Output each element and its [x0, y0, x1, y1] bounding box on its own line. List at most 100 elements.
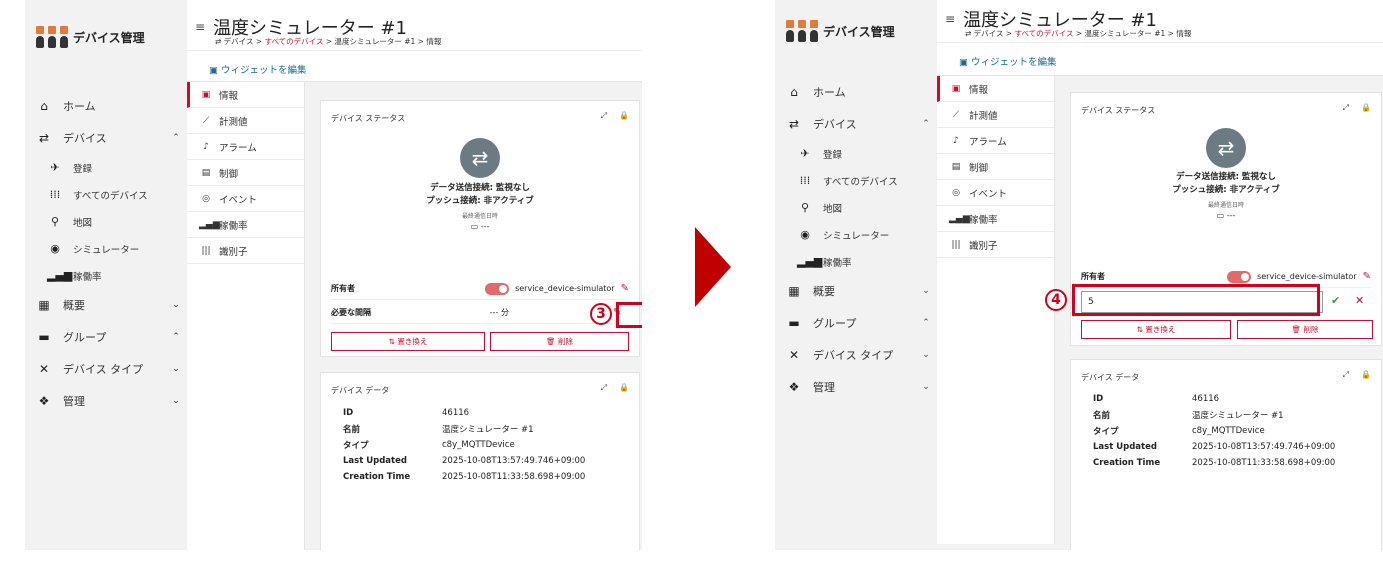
tab-info[interactable]: ▣ 情報 — [187, 82, 304, 108]
row-key: ID — [343, 408, 354, 418]
folder-icon: ▬ — [788, 316, 800, 330]
replace-button[interactable]: ⇅ 置き換え — [1081, 320, 1231, 339]
nav-subitem-simulator[interactable]: ◉ シミュレーター — [785, 221, 933, 248]
delete-button[interactable]: 🗑 削除 — [490, 332, 629, 351]
confirm-check-icon[interactable]: ✔ — [1331, 294, 1340, 307]
map-pin-icon: ⚲ — [50, 215, 60, 228]
nav-item-home[interactable]: ⌂ ホーム — [35, 90, 183, 122]
edit-owner-pencil-icon[interactable]: ✎ — [621, 283, 629, 294]
nav-subitem-availability[interactable]: ▂▄▆ 稼働率 — [785, 248, 933, 275]
trash-icon: 🗑 — [1291, 325, 1302, 334]
breadcrumb-all-devices[interactable]: すべてのデバイス — [1015, 29, 1074, 38]
edit-widgets-button[interactable]: ▣ ウィジェットを編集 — [959, 54, 1057, 68]
tab-identifiers[interactable]: ||| 識別子 — [187, 238, 304, 264]
last-comm-label: 最終通信日時 — [1207, 202, 1244, 209]
app-logo[interactable]: デバイス管理 — [785, 20, 895, 42]
app-logo[interactable]: デバイス管理 — [35, 26, 145, 48]
tab-alarms[interactable]: ♪ アラーム — [937, 128, 1054, 154]
edit-widgets-button[interactable]: ▣ ウィジェットを編集 — [209, 62, 307, 76]
edit-owner-pencil-icon[interactable]: ✎ — [1363, 271, 1371, 282]
nav-item-management[interactable]: ❖ 管理 ⌄ — [785, 371, 933, 403]
replace-button[interactable]: ⇅ 置き換え — [331, 332, 485, 351]
row-value: 2025-10-08T13:57:49.746+09:00 — [1192, 442, 1336, 452]
row-key: Last Updated — [1093, 442, 1157, 452]
tab-alarms[interactable]: ♪ アラーム — [187, 134, 304, 160]
lock-icon[interactable]: 🔒 — [1361, 103, 1371, 113]
card-title: デバイス ステータス — [1081, 106, 1156, 115]
tab-label: アラーム — [969, 136, 1007, 148]
expand-icon[interactable]: ⤢ — [601, 383, 607, 393]
sidebar: デバイス管理 ⌂ ホーム ⇄ デバイス ⌃ ✈ 登録 ⁞⁞⁞ すべてのデバイス ⚲ 地図 ◉… — [775, 0, 937, 550]
nav-subitem-simulator[interactable]: ◉ シミュレーター — [35, 235, 183, 262]
device-data-card: デバイス データ ⤢ 🔒 ID 46116 名前 温度シミュレーター #1 タイプ c8… — [1070, 359, 1382, 550]
row-key: 名前 — [343, 425, 361, 435]
lock-icon[interactable]: 🔒 — [1361, 370, 1371, 380]
nav-label: 管理 — [63, 395, 85, 408]
swap-icon: ⇄ — [788, 117, 800, 131]
nav-label: すべてのデバイス — [73, 190, 148, 202]
owner-toggle[interactable] — [1227, 270, 1252, 283]
nav-label: デバイス — [63, 132, 107, 145]
tab-availability[interactable]: ▂▄▆ 稼働率 — [937, 206, 1054, 232]
menu-toggle-icon[interactable]: ≡ — [945, 12, 955, 26]
owner-toggle[interactable] — [485, 282, 510, 295]
tab-info[interactable]: ▣ 情報 — [937, 76, 1054, 102]
breadcrumb-devices[interactable]: ⇄ デバイス > — [215, 37, 265, 46]
tab-control[interactable]: ▤ 制御 — [937, 154, 1054, 180]
info-icon: ▣ — [951, 83, 961, 94]
nav-subitem-all-devices[interactable]: ⁞⁞⁞ すべてのデバイス — [785, 167, 933, 194]
nav-subitem-register[interactable]: ✈ 登録 — [785, 140, 933, 167]
nav-subitem-map[interactable]: ⚲ 地図 — [35, 208, 183, 235]
overview-icon: ▦ — [38, 298, 50, 312]
lock-icon[interactable]: 🔒 — [619, 383, 629, 393]
tab-list: ▣ 情報 ⟋ 計測値 ♪ アラーム ▤ 制御 ◎ イベント ▂▄▆ 稼働率 ||| 識別子 — [187, 82, 305, 550]
tab-availability[interactable]: ▂▄▆ 稼働率 — [187, 212, 304, 238]
signal-bars-icon: ▂▄▆ — [47, 269, 73, 282]
lock-icon[interactable]: 🔒 — [619, 111, 629, 121]
tab-label: 計測値 — [969, 110, 998, 122]
tab-measurements[interactable]: ⟋ 計測値 — [187, 108, 304, 134]
tab-measurements[interactable]: ⟋ 計測値 — [937, 102, 1054, 128]
data-row-creation-time: Creation Time 2025-10-08T11:33:58.698+09:… — [1093, 455, 1335, 471]
nav-item-devices[interactable]: ⇄ デバイス ⌃ — [785, 108, 933, 140]
expand-icon[interactable]: ⤢ — [1343, 370, 1349, 380]
breadcrumb-devices[interactable]: ⇄ デバイス > — [965, 29, 1015, 38]
expand-icon[interactable]: ⤢ — [601, 111, 607, 121]
nav-item-overview[interactable]: ▦ 概要 ⌄ — [785, 275, 933, 307]
nav-item-groups[interactable]: ▬ グループ ⌃ — [35, 321, 183, 353]
chevron-down-icon: ⌄ — [172, 364, 180, 374]
delete-button[interactable]: 🗑 削除 — [1237, 320, 1373, 339]
nav-item-device-types[interactable]: ✕ デバイス タイプ ⌄ — [35, 353, 183, 385]
nav-item-management[interactable]: ❖ 管理 ⌄ — [35, 385, 183, 417]
nav-label: 管理 — [813, 381, 835, 394]
handshake-icon: ❖ — [788, 380, 800, 394]
tab-control[interactable]: ▤ 制御 — [187, 160, 304, 186]
chevron-down-icon: ⌄ — [922, 286, 930, 296]
nav-item-device-types[interactable]: ✕ デバイス タイプ ⌄ — [785, 339, 933, 371]
nav-item-home[interactable]: ⌂ ホーム — [785, 76, 933, 108]
breadcrumb-all-devices[interactable]: すべてのデバイス — [265, 37, 324, 46]
replace-icon: ⇅ — [388, 337, 395, 346]
nav-subitem-register[interactable]: ✈ 登録 — [35, 154, 183, 181]
tab-identifiers[interactable]: ||| 識別子 — [937, 232, 1054, 258]
device-type-icon: ✕ — [788, 348, 800, 362]
tab-events[interactable]: ◎ イベント — [937, 180, 1054, 206]
nav-item-devices[interactable]: ⇄ デバイス ⌃ — [35, 122, 183, 154]
nav-subitem-availability[interactable]: ▂▄▆ 稼働率 — [35, 262, 183, 289]
menu-toggle-icon[interactable]: ≡ — [195, 20, 205, 34]
nav-subitem-map[interactable]: ⚲ 地図 — [785, 194, 933, 221]
main-area: ≡ 温度シミュレーター #1 ⇄ デバイス > すべてのデバイス > 温度シミュ… — [937, 0, 1383, 550]
signal-bars-icon: ▂▄▆ — [797, 255, 823, 268]
nav-subitem-all-devices[interactable]: ⁞⁞⁞ すべてのデバイス — [35, 181, 183, 208]
main-area: ≡ 温度シミュレーター #1 ⇄ デバイス > すべてのデバイス > 温度シミュ… — [187, 0, 642, 550]
tab-events[interactable]: ◎ イベント — [187, 186, 304, 212]
owner-label: 所有者 — [331, 284, 355, 293]
expand-icon[interactable]: ⤢ — [1343, 103, 1349, 113]
nav-item-groups[interactable]: ▬ グループ ⌃ — [785, 307, 933, 339]
nav-label: シミュレーター — [823, 230, 890, 242]
chevron-down-icon: ⌄ — [922, 350, 930, 360]
cancel-x-icon[interactable]: ✕ — [1355, 294, 1364, 307]
nav-item-overview[interactable]: ▦ 概要 ⌄ — [35, 289, 183, 321]
control-icon: ▤ — [201, 167, 211, 178]
row-key: タイプ — [1093, 427, 1119, 437]
